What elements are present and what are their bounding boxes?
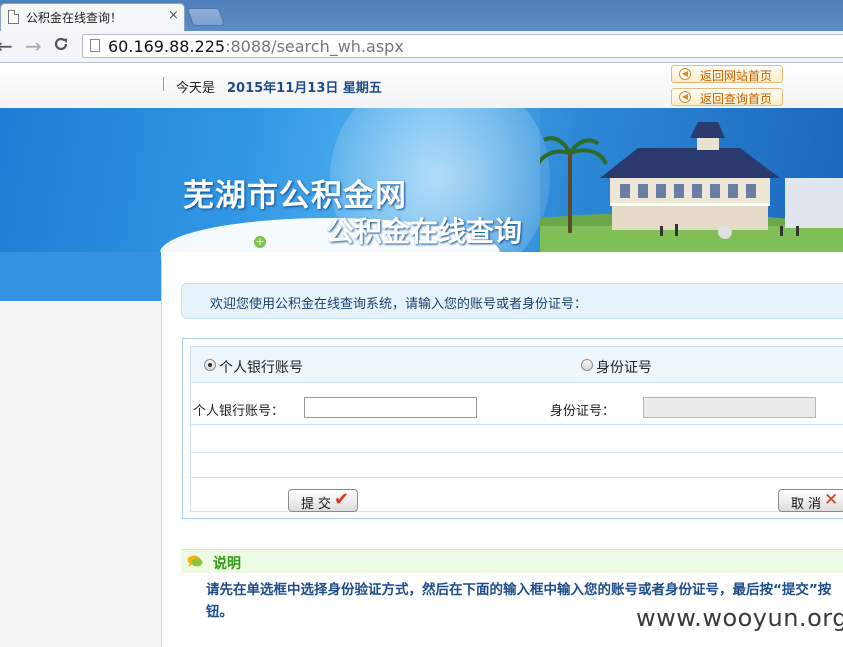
id-number-input[interactable]: [643, 397, 816, 418]
return-query-link[interactable]: ◀ 返回查询首页: [671, 88, 783, 106]
site-title: 芜湖市公积金网: [183, 178, 407, 214]
top-info-bar: 今天是 2015年11月13日 星期五 ◀ 返回网站首页 ◀ 返回查询首页: [0, 63, 843, 108]
browser-toolbar: ← → 60.169.88.225:8088/search_wh.aspx: [0, 31, 843, 63]
spacer-row: [191, 425, 843, 453]
plus-icon: +: [253, 235, 267, 249]
url-path: :8088/search_wh.aspx: [225, 37, 404, 56]
watermark: www.wooyun.org: [636, 604, 843, 632]
tab-title: 公积金在线查询！: [26, 11, 123, 25]
url-host: 60.169.88.225: [108, 37, 226, 56]
welcome-text: 欢迎您使用公积金在线查询系统，请输入您的账号或者身份证号：: [210, 297, 588, 312]
return-query-label: 返回查询首页: [700, 92, 773, 106]
reload-icon-svg: [54, 37, 68, 51]
date-label: 今天是: [176, 81, 216, 96]
site-banner: 芜湖市公积金网 公积金在线查询 +: [0, 108, 843, 252]
query-form: 个人银行账号 身份证号 个人银行账号： 身份证号： 提交 ✔ 取消 ✕: [182, 338, 843, 519]
reload-icon[interactable]: [52, 35, 70, 57]
return-home-link[interactable]: ◀ 返回网站首页: [671, 65, 783, 83]
checkmark-icon: ✔: [334, 489, 350, 510]
submit-label: 提交: [301, 497, 336, 512]
query-form-inner: 个人银行账号 身份证号 个人银行账号： 身份证号： 提交 ✔ 取消 ✕: [190, 346, 843, 512]
welcome-bar: 欢迎您使用公积金在线查询系统，请输入您的账号或者身份证号：: [181, 283, 843, 319]
browser-tabstrip: 公积金在线查询！ ×: [0, 0, 843, 31]
address-bar[interactable]: 60.169.88.225:8088/search_wh.aspx: [82, 34, 843, 58]
arrow-left-icon: ◀: [679, 91, 691, 103]
building-illustration: [540, 108, 843, 252]
input-row: 个人银行账号： 身份证号：: [191, 391, 843, 425]
radio-id-number[interactable]: [581, 359, 593, 371]
cancel-button[interactable]: 取消 ✕: [778, 489, 843, 512]
browser-tab[interactable]: 公积金在线查询！ ×: [0, 3, 185, 31]
left-blue-strip: [0, 252, 161, 301]
cross-icon: ✕: [824, 490, 839, 510]
auth-method-row: 个人银行账号 身份证号: [191, 347, 843, 383]
page-icon: [90, 39, 100, 52]
divider: [163, 77, 164, 91]
left-sidebar-background: [0, 301, 161, 647]
new-tab-button[interactable]: [186, 8, 226, 26]
notes-title: 说明: [213, 556, 241, 572]
radio-id-number-label[interactable]: 身份证号: [596, 357, 652, 377]
chat-bubble-icon: [187, 555, 203, 567]
cancel-label: 取消: [791, 497, 826, 512]
arrow-left-icon: ◀: [679, 68, 691, 80]
forward-arrow-icon[interactable]: →: [25, 35, 42, 57]
page-icon: [8, 10, 19, 24]
url-text: 60.169.88.225:8088/search_wh.aspx: [108, 37, 404, 56]
back-arrow-icon[interactable]: ←: [0, 35, 13, 57]
notes-header: 说明: [181, 549, 843, 573]
date-value: 2015年11月13日 星期五: [227, 81, 382, 96]
radio-bank-account[interactable]: [204, 359, 216, 371]
banner-subtitle: 公积金在线查询: [326, 215, 523, 248]
bank-account-input[interactable]: [304, 397, 477, 418]
button-row: 提交 ✔ 取消 ✕: [191, 478, 843, 513]
spacer-row: [191, 453, 843, 478]
id-number-label: 身份证号：: [550, 404, 616, 419]
close-icon[interactable]: ×: [168, 8, 179, 23]
radio-bank-account-label[interactable]: 个人银行账号: [219, 357, 303, 377]
return-home-label: 返回网站首页: [700, 69, 773, 83]
submit-button[interactable]: 提交 ✔: [288, 489, 358, 512]
bank-account-label: 个人银行账号：: [193, 404, 285, 419]
